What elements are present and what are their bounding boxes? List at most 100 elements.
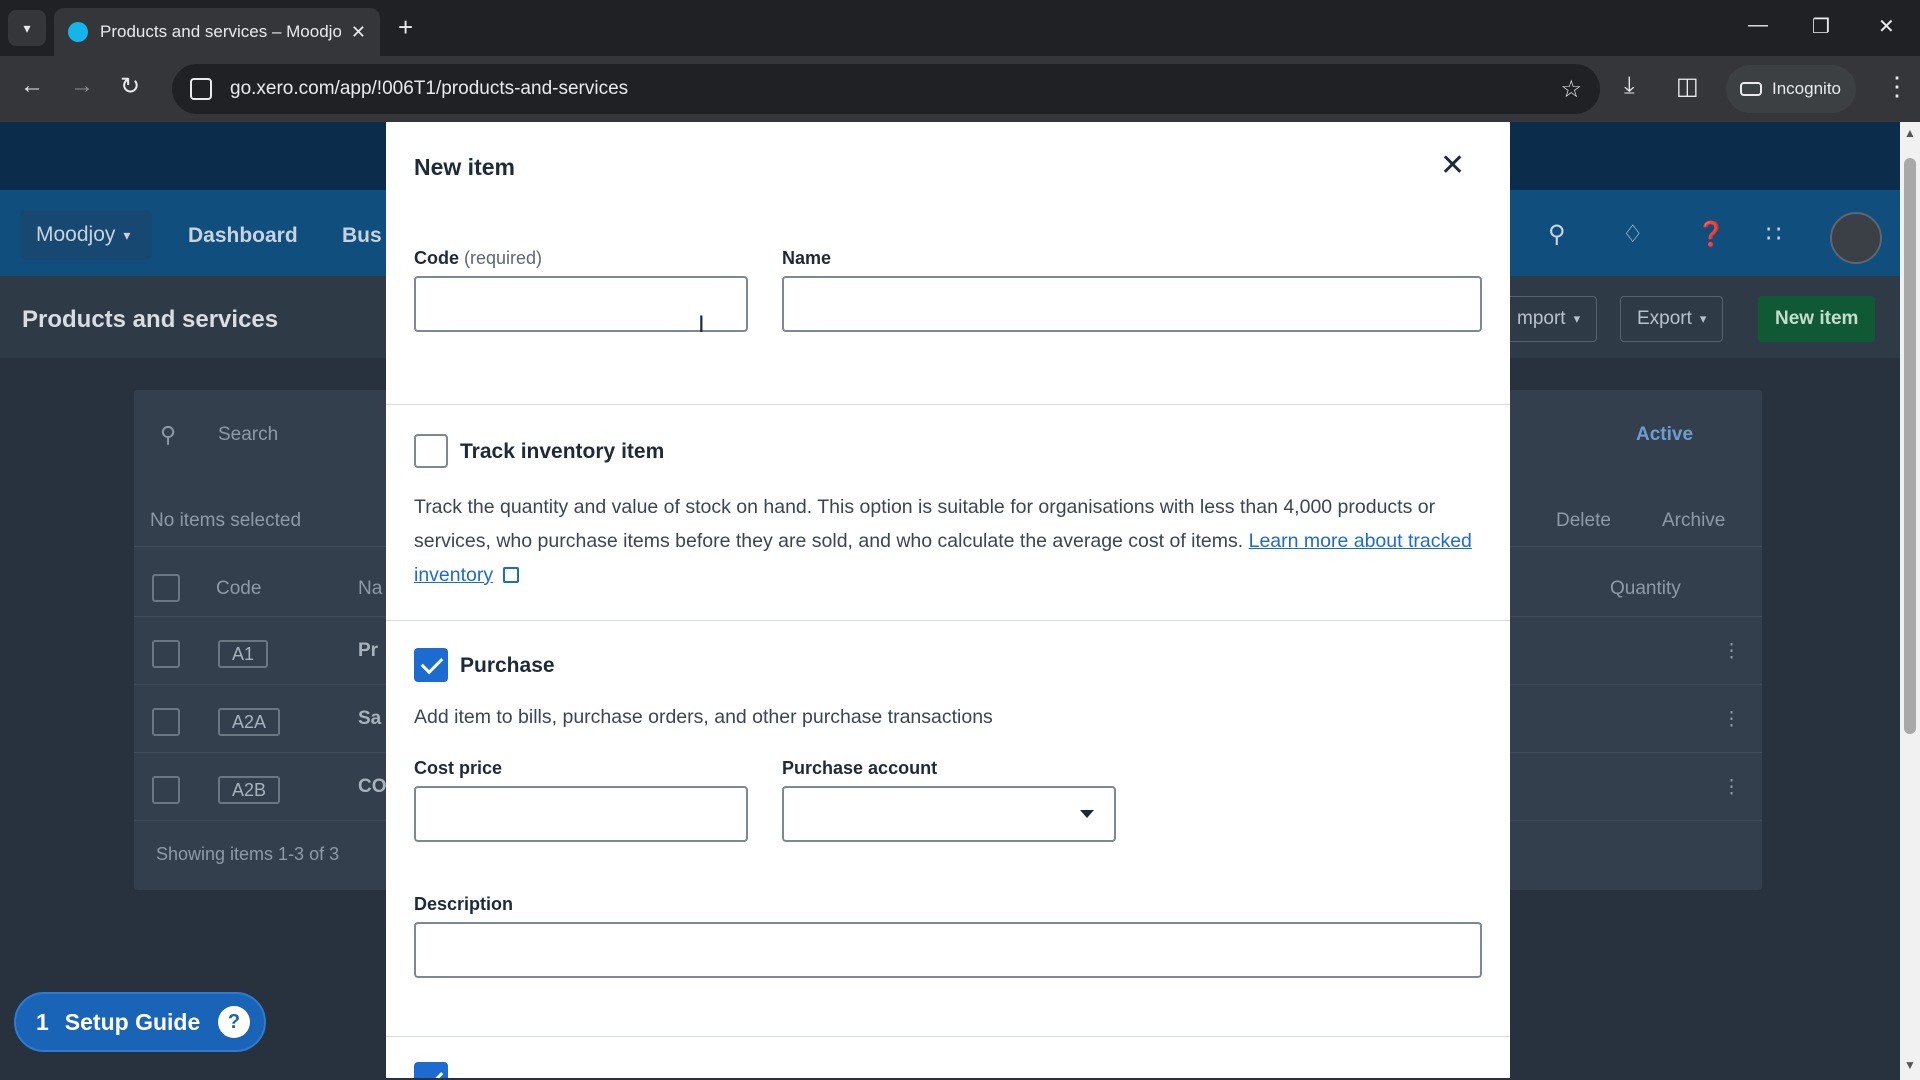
- window-close-icon[interactable]: ✕: [1878, 14, 1895, 39]
- browser-tab-active[interactable]: Products and services – Moodjoy ✕: [54, 8, 380, 56]
- site-info-icon[interactable]: [190, 78, 212, 100]
- purchase-label[interactable]: Purchase: [460, 654, 555, 678]
- tab-close-icon[interactable]: ✕: [351, 22, 366, 43]
- chevron-down-icon: ▾: [23, 19, 31, 36]
- search-placeholder[interactable]: Search: [218, 424, 278, 446]
- purchase-account-select[interactable]: [782, 786, 1116, 842]
- new-item-dialog: New item ✕ Code (required) I Name Track …: [386, 122, 1510, 1078]
- bell-icon[interactable]: ♢: [1622, 220, 1644, 249]
- select-all-checkbox[interactable]: [152, 574, 180, 602]
- row-menu-icon[interactable]: ⋮: [1722, 708, 1741, 731]
- help-icon[interactable]: ❓: [1696, 220, 1726, 249]
- address-bar[interactable]: go.xero.com/app/!006T1/products-and-serv…: [172, 64, 1600, 114]
- track-inventory-label[interactable]: Track inventory item: [460, 440, 664, 464]
- incognito-icon: [1740, 82, 1762, 96]
- back-icon[interactable]: ←: [20, 72, 44, 100]
- column-header-name[interactable]: Na: [358, 578, 382, 600]
- reload-icon[interactable]: ↻: [120, 72, 140, 101]
- browser-menu-icon[interactable]: ⋮: [1884, 71, 1910, 102]
- chevron-down-icon: ▾: [1699, 311, 1707, 326]
- delete-button[interactable]: Delete: [1556, 510, 1611, 532]
- archive-button[interactable]: Archive: [1662, 510, 1725, 532]
- new-item-label: New item: [1775, 308, 1859, 329]
- code-field-label: Code (required): [414, 248, 542, 269]
- bookmark-star-icon[interactable]: ☆: [1560, 75, 1582, 104]
- row-checkbox[interactable]: [152, 640, 180, 668]
- avatar[interactable]: [1830, 212, 1882, 264]
- nav-dashboard[interactable]: Dashboard: [188, 224, 298, 248]
- scroll-down-icon[interactable]: ▼: [1904, 1058, 1916, 1072]
- name-field-label: Name: [782, 248, 832, 268]
- tab-search-button[interactable]: ▾: [8, 10, 46, 46]
- export-label: Export: [1637, 308, 1692, 329]
- dialog-title: New item: [414, 154, 515, 180]
- page-scrollbar[interactable]: ▲ ▼: [1900, 122, 1920, 1080]
- text-cursor-icon: I: [698, 311, 705, 338]
- item-code: A2B: [218, 776, 281, 804]
- external-link-icon: [503, 567, 520, 583]
- incognito-label: Incognito: [1772, 79, 1841, 98]
- divider: [386, 404, 1510, 405]
- browser-toolbar: ← → ↻ go.xero.com/app/!006T1/products-an…: [0, 56, 1920, 122]
- track-inventory-description: Track the quantity and value of stock on…: [414, 490, 1494, 592]
- row-menu-icon[interactable]: ⋮: [1722, 776, 1741, 799]
- column-header-quantity[interactable]: Quantity: [1610, 578, 1681, 600]
- sell-checkbox[interactable]: [414, 1062, 448, 1078]
- description-label: Description: [414, 894, 514, 914]
- setup-guide-count: 1: [36, 1008, 49, 1035]
- row-menu-icon[interactable]: ⋮: [1722, 640, 1741, 663]
- selection-status: No items selected: [150, 510, 302, 531]
- xero-favicon-icon: [68, 22, 88, 42]
- search-icon: ⚲: [160, 422, 177, 447]
- name-input[interactable]: [782, 276, 1482, 332]
- item-name[interactable]: Sa: [358, 708, 381, 730]
- divider: [386, 620, 1510, 621]
- items-count: Showing items 1-3 of 3: [156, 844, 340, 864]
- row-checkbox[interactable]: [152, 708, 180, 736]
- side-panel-icon[interactable]: ◫: [1676, 72, 1699, 101]
- org-name: Moodjoy: [36, 223, 116, 246]
- cost-price-input[interactable]: [414, 786, 748, 842]
- close-icon[interactable]: ✕: [1440, 148, 1465, 183]
- item-code: A2A: [218, 708, 281, 736]
- export-button[interactable]: Export ▾: [1620, 296, 1724, 342]
- track-inventory-checkbox[interactable]: [414, 434, 448, 468]
- setup-guide-button[interactable]: 1 Setup Guide ?: [14, 992, 266, 1052]
- page-title: Products and services: [22, 306, 279, 333]
- new-item-button[interactable]: New item: [1758, 296, 1876, 342]
- new-tab-button[interactable]: +: [398, 12, 413, 43]
- caret-down-icon: [1080, 810, 1094, 818]
- required-marker: (required): [464, 248, 543, 268]
- item-name[interactable]: CO: [358, 776, 387, 798]
- scrollbar-thumb[interactable]: [1904, 158, 1916, 734]
- incognito-indicator[interactable]: Incognito: [1726, 65, 1856, 113]
- tab-title: Products and services – Moodjoy: [100, 22, 341, 41]
- restore-icon[interactable]: ❐: [1812, 14, 1830, 39]
- download-icon[interactable]: ⤓: [1624, 72, 1635, 100]
- cost-price-label: Cost price: [414, 758, 503, 778]
- chevron-down-icon: ▾: [123, 226, 131, 243]
- apps-grid-icon[interactable]: ∷: [1766, 220, 1781, 249]
- code-label-text: Code: [414, 248, 459, 268]
- import-button[interactable]: mport ▾: [1500, 296, 1598, 342]
- setup-guide-label: Setup Guide: [64, 1008, 201, 1035]
- nav-business[interactable]: Bus: [342, 224, 382, 248]
- browser-tab-strip: ▾ Products and services – Moodjoy ✕ + — …: [0, 0, 1920, 56]
- minimize-icon[interactable]: —: [1748, 14, 1768, 37]
- scroll-up-icon[interactable]: ▲: [1904, 126, 1916, 140]
- divider: [386, 1036, 1510, 1037]
- column-header-code[interactable]: Code: [216, 578, 261, 600]
- chevron-down-icon: ▾: [1573, 311, 1581, 326]
- purchase-account-label: Purchase account: [782, 758, 938, 778]
- item-name[interactable]: Pr: [358, 640, 378, 662]
- purchase-description: Add item to bills, purchase orders, and …: [414, 706, 993, 728]
- import-label: mport: [1517, 308, 1566, 329]
- org-switcher[interactable]: Moodjoy ▾: [20, 210, 152, 260]
- help-chat-icon[interactable]: ?: [218, 1006, 250, 1038]
- forward-icon[interactable]: →: [70, 72, 94, 100]
- search-icon[interactable]: ⚲: [1548, 220, 1566, 249]
- description-input[interactable]: [414, 922, 1482, 978]
- status-filter[interactable]: Active: [1636, 424, 1693, 446]
- purchase-checkbox[interactable]: [414, 648, 448, 682]
- row-checkbox[interactable]: [152, 776, 180, 804]
